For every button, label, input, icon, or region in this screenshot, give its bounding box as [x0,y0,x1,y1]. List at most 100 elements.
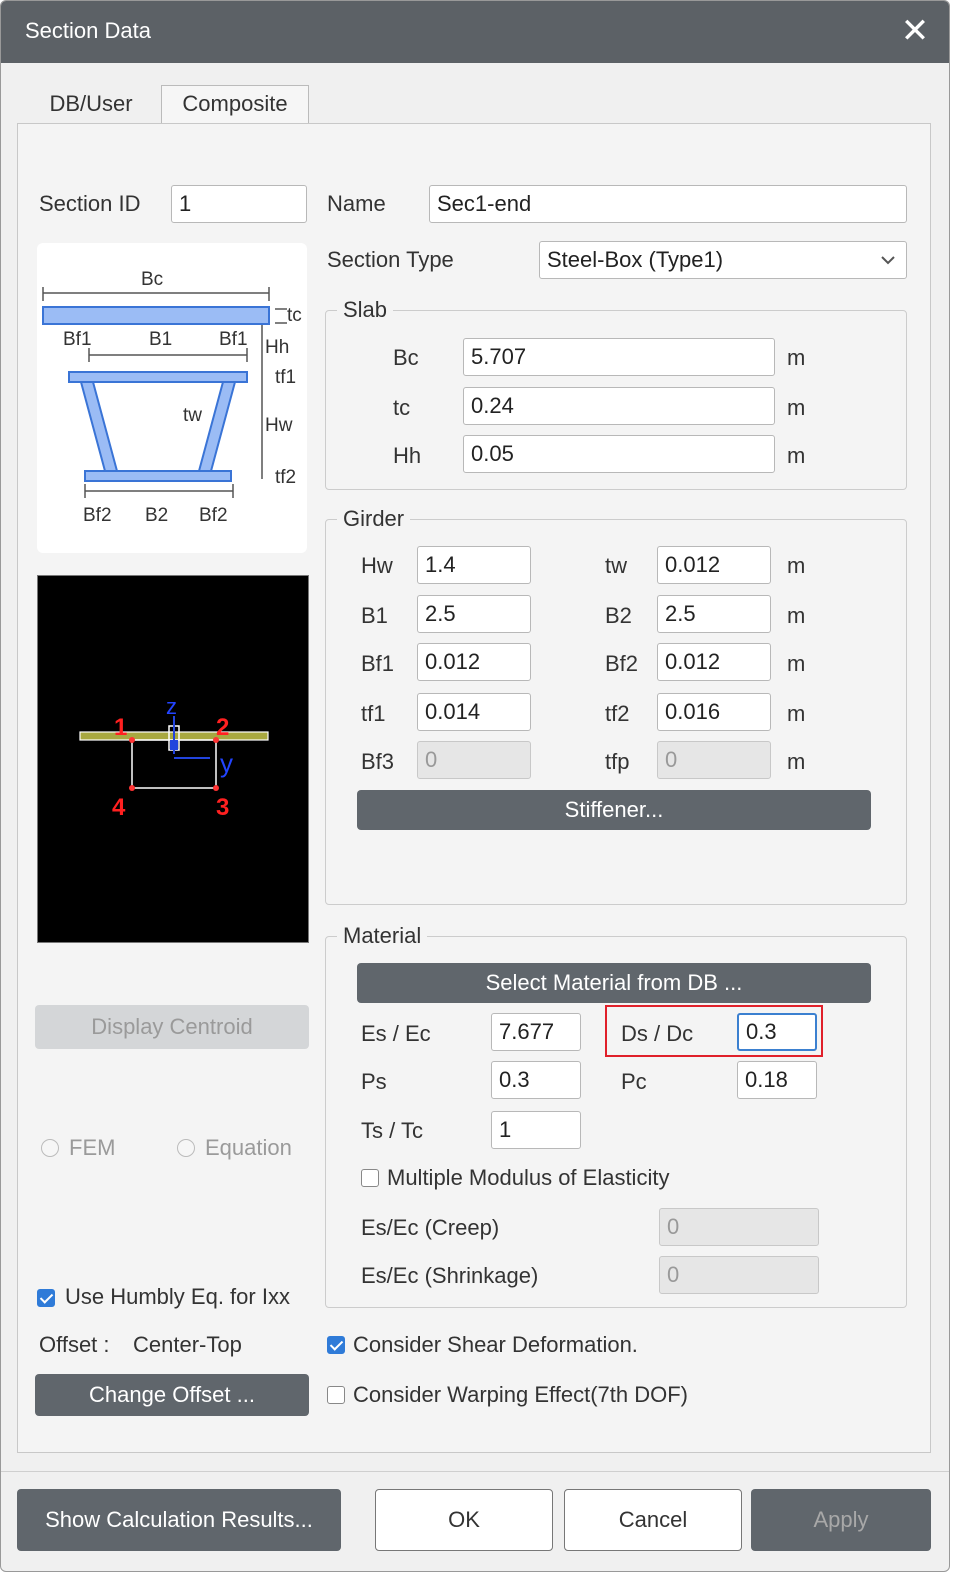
girder-row2-unit: m [787,603,806,628]
slab-hh-unit: m [787,443,806,468]
diagram-label-tf1: tf1 [275,367,297,388]
slab-group-title: Slab [337,297,394,323]
ps-input[interactable] [491,1061,581,1099]
section-preview-drawing [79,716,269,791]
cancel-button[interactable]: Cancel [564,1489,742,1551]
apply-button[interactable]: Apply [751,1489,931,1551]
girder-bf1-label: Bf1 [361,651,395,676]
point-label-2: 2 [216,714,230,741]
slab-hh-input[interactable] [463,435,775,473]
girder-row4-unit: m [787,701,806,726]
footer-divider [1,1471,949,1472]
girder-bf2-input[interactable] [657,643,771,681]
equation-radio-label: Equation [205,1135,292,1160]
diagram-label-b1: B1 [149,329,173,350]
warping-effect-label: Consider Warping Effect(7th DOF) [353,1382,689,1407]
title-bar: Section Data ✕ [1,1,949,63]
slab-bc-input[interactable] [463,338,775,376]
ps-label: Ps [361,1069,387,1094]
change-offset-button[interactable]: Change Offset ... [35,1374,309,1416]
tab-db-user[interactable]: DB/User [19,85,163,124]
girder-b2-label: B2 [605,603,632,628]
section-id-input[interactable] [171,185,307,223]
multiple-modulus-checkbox[interactable] [361,1169,379,1187]
girder-tf1-label: tf1 [361,701,386,726]
point-label-4: 4 [112,794,126,821]
girder-tw-input[interactable] [657,546,771,584]
girder-row5-unit: m [787,749,806,774]
diagram-label-bf2-right: Bf2 [199,505,228,526]
girder-row3-unit: m [787,651,806,676]
chevron-down-icon [881,256,895,265]
shear-deformation-label: Consider Shear Deformation. [353,1332,638,1357]
select-material-button[interactable]: Select Material from DB ... [357,963,871,1003]
girder-group-title: Girder [337,506,411,532]
slab-bc-label: Bc [393,345,419,370]
tab-label: Composite [182,91,288,116]
close-icon[interactable]: ✕ [899,11,931,51]
fem-radio-label: FEM [69,1135,116,1160]
girder-b1-label: B1 [361,603,388,628]
slab-tc-label: tc [393,395,411,420]
axis-y-label: y [220,748,233,778]
humbly-checkbox[interactable] [37,1289,55,1307]
box-girder-sketch [42,287,287,498]
slab-tc-input[interactable] [463,387,775,425]
fem-radio[interactable] [41,1139,59,1157]
ts-tc-input[interactable] [491,1111,581,1149]
offset-label: Offset : [39,1332,110,1357]
es-ec-input[interactable] [491,1013,581,1051]
shrinkage-input [659,1256,819,1294]
name-label: Name [327,191,386,216]
section-type-select[interactable]: Steel-Box (Type1) [539,241,907,279]
show-calculation-results-button[interactable]: Show Calculation Results... [17,1489,341,1551]
diagram-label-b2: B2 [145,505,169,526]
slab-tc-unit: m [787,395,806,420]
stiffener-button[interactable]: Stiffener... [357,790,871,830]
ds-dc-input[interactable] [737,1013,817,1051]
diagram-label-tc: tc [287,305,302,326]
diagram-label-bc: Bc [141,269,164,290]
ts-tc-label: Ts / Tc [361,1118,423,1143]
pc-input[interactable] [737,1061,817,1099]
section-diagram: Bc tc Bf1 B1 Bf1 Hh tf1 tw Hw tf2 Bf2 B2… [37,243,307,553]
diagram-label-tf2: tf2 [275,467,297,488]
window-title: Section Data [25,18,151,43]
pc-label: Pc [621,1069,647,1094]
girder-tf1-input[interactable] [417,693,531,731]
ds-dc-label: Ds / Dc [621,1021,694,1046]
girder-tf2-label: tf2 [605,701,630,726]
point-label-1: 1 [114,714,128,741]
display-centroid-button[interactable]: Display Centroid [35,1005,309,1049]
girder-tf2-input[interactable] [657,693,771,731]
girder-hw-input[interactable] [417,546,531,584]
diagram-label-bf2-left: Bf2 [83,505,112,526]
tab-label: DB/User [49,91,133,116]
es-ec-label: Es / Ec [361,1021,431,1046]
diagram-label-tw: tw [183,405,202,426]
tab-composite[interactable]: Composite [161,85,309,126]
diagram-label-hw: Hw [265,415,293,436]
girder-hw-label: Hw [361,553,393,578]
diagram-label-hh: Hh [265,337,290,358]
shear-deformation-checkbox[interactable] [327,1336,345,1354]
equation-radio[interactable] [177,1139,195,1157]
girder-b1-input[interactable] [417,595,531,633]
girder-bf3-input [417,741,531,779]
girder-tw-label: tw [605,553,627,578]
name-input[interactable] [429,185,907,223]
slab-hh-label: Hh [393,443,422,468]
section-id-label: Section ID [39,191,141,216]
girder-b2-input[interactable] [657,595,771,633]
warping-effect-checkbox[interactable] [327,1386,345,1404]
ok-button[interactable]: OK [375,1489,553,1551]
girder-bf1-input[interactable] [417,643,531,681]
girder-tfp-label: tfp [605,749,630,774]
material-group-title: Material [337,923,428,949]
shrinkage-label: Es/Ec (Shrinkage) [361,1263,539,1288]
section-preview: 1 2 3 4 z y [37,575,309,943]
axis-z-label: z [166,694,177,719]
girder-tfp-input [657,741,771,779]
girder-row1-unit: m [787,553,806,578]
slab-bc-unit: m [787,345,806,370]
